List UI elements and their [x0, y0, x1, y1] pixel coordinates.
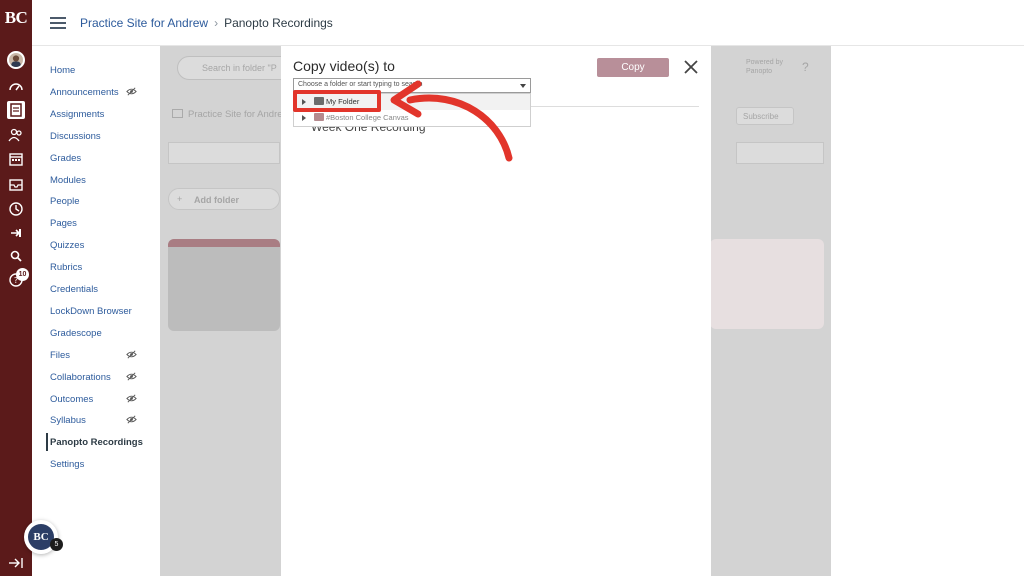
session-toolbar — [168, 142, 280, 164]
active-indicator — [46, 433, 48, 452]
annotation-highlight-box — [293, 90, 381, 112]
course-nav: Home Announcements Assignments Discussions G… — [32, 46, 160, 576]
right-margin — [831, 46, 1024, 576]
hidden-from-students-icon — [126, 394, 137, 402]
subscribe-button: Subscribe — [736, 107, 794, 125]
course-nav-item-announcements[interactable]: Announcements — [50, 87, 119, 98]
hidden-from-students-icon — [126, 350, 137, 359]
course-nav-item-discussions[interactable]: Discussions — [50, 131, 101, 142]
course-nav-item-settings[interactable]: Settings — [50, 459, 84, 470]
powered-by-panopto: Powered by Panopto — [746, 59, 783, 75]
course-nav-item-syllabus[interactable]: Syllabus — [50, 415, 86, 426]
breadcrumb-course-link[interactable]: Practice Site for Andrew — [80, 16, 208, 30]
history-icon[interactable] — [7, 200, 25, 218]
course-nav-item-assignments[interactable]: Assignments — [50, 109, 104, 120]
chevron-down-icon — [520, 84, 526, 88]
page-header: Practice Site for Andrew › Panopto Recordi… — [32, 0, 1024, 46]
calendar-icon[interactable] — [7, 150, 25, 168]
help-question-icon: ? — [802, 60, 809, 74]
course-nav-item-people[interactable]: People — [50, 196, 80, 207]
groups-icon[interactable] — [7, 126, 25, 144]
course-nav-item-rubrics[interactable]: Rubrics — [50, 262, 82, 273]
plus-icon: + — [177, 194, 183, 204]
courses-icon[interactable] — [7, 101, 25, 119]
session-card — [710, 239, 824, 329]
course-nav-item-pages[interactable]: Pages — [50, 218, 77, 229]
course-nav-item-quizzes[interactable]: Quizzes — [50, 240, 84, 251]
global-nav: BC ? 10 — [0, 0, 32, 576]
institution-logo[interactable]: BC — [0, 8, 32, 28]
course-nav-item-files[interactable]: Files — [50, 350, 70, 361]
user-dock-avatar[interactable]: BC 5 — [24, 520, 63, 554]
breadcrumb-separator-icon: › — [214, 16, 219, 30]
hidden-from-students-icon — [126, 372, 137, 381]
history-badge: 10 — [16, 268, 29, 281]
folder-icon — [314, 113, 324, 121]
session-thumbnail — [168, 239, 280, 331]
course-nav-item-grades[interactable]: Grades — [50, 153, 81, 164]
external-tool-icon[interactable] — [7, 224, 25, 242]
breadcrumb-current-page: Panopto Recordings — [224, 16, 333, 30]
folder-icon — [172, 109, 183, 118]
screen: BC ? 10 Practice Site for Andrew › Panop… — [0, 0, 1024, 576]
breadcrumb: Practice Site for Andrew › Panopto Recordi… — [80, 16, 333, 30]
course-menu-toggle-icon[interactable] — [50, 17, 66, 29]
course-nav-item-credentials[interactable]: Credentials — [50, 284, 98, 295]
account-icon[interactable] — [7, 51, 25, 69]
search-tool-icon[interactable] — [7, 247, 25, 265]
course-nav-item-collaborations[interactable]: Collaborations — [50, 372, 111, 383]
folder-path: Practice Site for Andre — [172, 109, 283, 120]
course-nav-item-gradescope[interactable]: Gradescope — [50, 328, 102, 339]
course-nav-item-panopto-recordings[interactable]: Panopto Recordings — [50, 437, 143, 448]
course-nav-item-outcomes[interactable]: Outcomes — [50, 394, 93, 405]
course-nav-item-modules[interactable]: Modules — [50, 175, 86, 186]
expand-arrow-icon[interactable] — [302, 115, 306, 121]
add-folder-button: + Add folder — [168, 188, 280, 210]
course-nav-item-home[interactable]: Home — [50, 65, 75, 76]
view-toggle-group — [736, 142, 824, 164]
notification-count-badge: 5 — [50, 538, 63, 551]
course-nav-item-lockdown-browser[interactable]: LockDown Browser — [50, 306, 132, 317]
hidden-from-students-icon — [126, 87, 137, 96]
dashboard-icon[interactable] — [7, 78, 25, 96]
close-icon[interactable] — [683, 59, 699, 75]
inbox-icon[interactable] — [7, 175, 25, 193]
annotation-arrow-icon — [390, 80, 513, 162]
copy-button[interactable]: Copy — [597, 58, 669, 77]
collapse-nav-icon[interactable] — [8, 556, 24, 568]
hidden-from-students-icon — [126, 415, 137, 424]
